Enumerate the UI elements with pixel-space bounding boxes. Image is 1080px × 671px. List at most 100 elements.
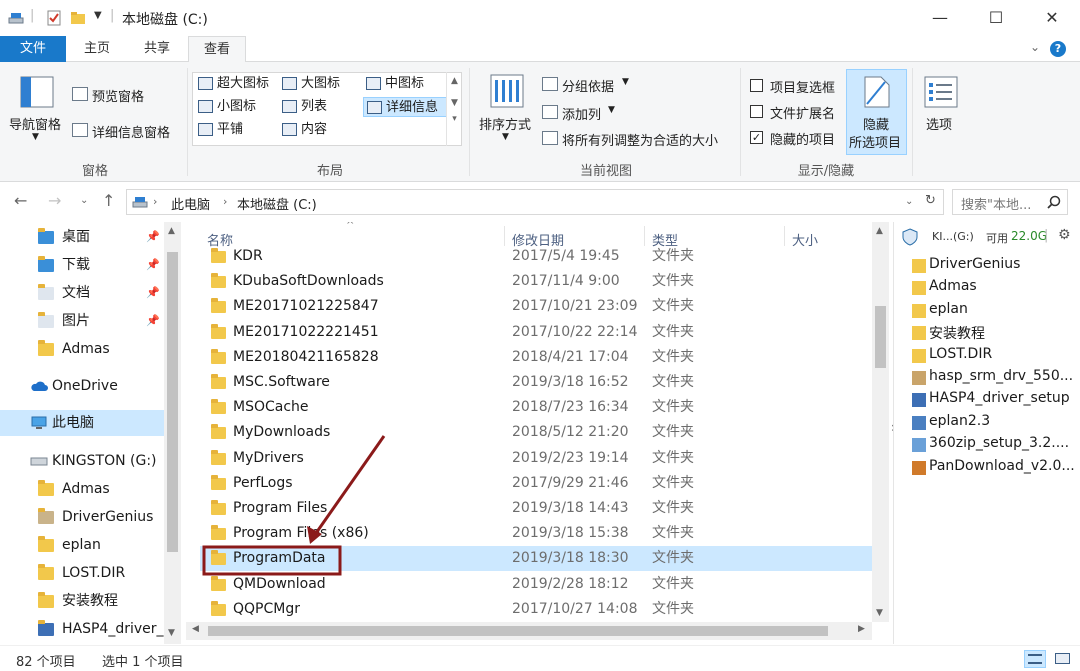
- back-arrow-icon[interactable]: ←: [14, 191, 27, 210]
- help-icon[interactable]: ?: [1050, 41, 1066, 57]
- tab-home[interactable]: 主页: [68, 36, 126, 62]
- annotation-overlay: [202, 435, 386, 576]
- qa-separator: |: [110, 8, 115, 23]
- layout-tiles[interactable]: 平铺: [195, 120, 243, 140]
- address-bar[interactable]: › 此电脑 › 本地磁盘 (C:) ⌄ ↻: [126, 189, 944, 215]
- chevron-down-icon[interactable]: ▼: [447, 98, 462, 108]
- scrollbar-thumb[interactable]: [167, 252, 178, 552]
- details-pane-button[interactable]: 详细信息窗格: [72, 120, 184, 142]
- refresh-icon[interactable]: ↻: [925, 193, 936, 208]
- layout-small-icons[interactable]: 小图标: [195, 97, 256, 117]
- recent-locations-icon[interactable]: ⌄: [80, 195, 88, 206]
- hide-selected-button[interactable]: 隐藏 所选项目: [846, 69, 907, 155]
- nav-item-this-pc[interactable]: 此电脑: [0, 410, 166, 436]
- nav-pane-button[interactable]: 导航窗格 ▼: [6, 70, 68, 150]
- large-icons-view-toggle[interactable]: [1052, 650, 1074, 668]
- item-checkboxes-toggle[interactable]: 项目复选框: [748, 76, 844, 96]
- chevron-up-icon[interactable]: ▲: [876, 226, 883, 236]
- layout-extra-large-icons[interactable]: 超大图标: [195, 74, 269, 94]
- scrollbar-thumb[interactable]: [208, 626, 828, 636]
- large-icons-view-icon: [1055, 653, 1070, 664]
- installer-icon: [38, 620, 54, 636]
- search-box[interactable]: 搜索"本地...: [952, 189, 1068, 215]
- nav-item-pictures[interactable]: 图片 📌: [0, 308, 166, 334]
- add-column-button[interactable]: 添加列 ▼: [542, 102, 628, 124]
- nav-item-drive-eplan[interactable]: eplan: [0, 532, 166, 558]
- file-extensions-checkbox[interactable]: [750, 105, 763, 118]
- chevron-left-icon[interactable]: ◀: [192, 624, 199, 634]
- layout-list[interactable]: 列表: [279, 97, 327, 117]
- up-arrow-icon[interactable]: ↑: [102, 191, 115, 210]
- scrollbar-thumb[interactable]: [875, 306, 886, 368]
- pin-icon[interactable]: 📌: [146, 224, 160, 250]
- tab-view[interactable]: 查看: [188, 36, 246, 63]
- folder-icon: [38, 536, 54, 552]
- properties-icon[interactable]: [46, 10, 62, 26]
- pin-icon[interactable]: 📌: [146, 308, 160, 334]
- nav-item-downloads[interactable]: 下载 📌: [0, 252, 166, 278]
- expand-gallery-icon[interactable]: ▾: [447, 114, 462, 124]
- layout-medium-icons[interactable]: 中图标: [363, 74, 424, 94]
- file-list-vertical-scrollbar[interactable]: ▲ ▼: [872, 222, 889, 622]
- gear-icon[interactable]: ⚙: [1058, 227, 1071, 243]
- file-list-horizontal-scrollbar[interactable]: ◀ ▶: [186, 622, 872, 640]
- sort-by-button[interactable]: 排序方式 ▼: [476, 70, 538, 154]
- nav-item-drive-tutorial[interactable]: 安装教程: [0, 588, 166, 614]
- nav-item-documents[interactable]: 文档 📌: [0, 280, 166, 306]
- chevron-down-icon[interactable]: ▼: [168, 628, 175, 638]
- group-by-label: 分组依据: [562, 80, 615, 95]
- group-by-button[interactable]: 分组依据 ▼: [542, 74, 638, 96]
- breadcrumb-separator-icon[interactable]: ›: [223, 195, 227, 208]
- chevron-up-icon[interactable]: ▲: [447, 76, 462, 86]
- layout-gallery-scroll[interactable]: ▲ ▼ ▾: [446, 72, 462, 146]
- app-icon: [912, 460, 926, 475]
- list-view-icon: [282, 100, 297, 113]
- new-folder-icon[interactable]: [70, 10, 86, 26]
- free-space-value: 22.0G: [1011, 229, 1048, 243]
- breadcrumb-local-disk[interactable]: 本地磁盘 (C:): [237, 194, 317, 213]
- layout-content[interactable]: 内容: [279, 120, 327, 140]
- details-view-icon: [367, 101, 382, 114]
- breadcrumb-separator-icon[interactable]: ›: [153, 195, 157, 208]
- layout-large-icons[interactable]: 大图标: [279, 74, 340, 94]
- drive-icon[interactable]: [8, 10, 24, 26]
- nav-item-onedrive[interactable]: OneDrive: [0, 373, 166, 399]
- chevron-right-icon[interactable]: ▶: [858, 624, 865, 634]
- tab-file[interactable]: 文件: [0, 36, 66, 62]
- fit-columns-button[interactable]: 将所有列调整为合适的大小: [542, 128, 738, 150]
- close-button[interactable]: ✕: [1026, 0, 1078, 34]
- pin-icon[interactable]: 📌: [146, 280, 160, 306]
- nav-item-drive-hasp4[interactable]: HASP4_driver_s: [0, 616, 171, 642]
- tab-share[interactable]: 共享: [128, 36, 186, 62]
- navigation-pane-scrollbar[interactable]: ▲ ▼: [164, 222, 181, 644]
- list-item-label: DriverGenius: [929, 256, 1021, 272]
- options-button[interactable]: 选项: [918, 70, 964, 150]
- minimize-button[interactable]: —: [914, 0, 966, 34]
- item-checkboxes-checkbox[interactable]: [750, 79, 763, 92]
- file-extensions-toggle[interactable]: 文件扩展名: [748, 102, 844, 122]
- search-icon[interactable]: [1047, 195, 1061, 209]
- breadcrumb-this-pc[interactable]: 此电脑: [171, 194, 210, 213]
- nav-item-drive-admas[interactable]: Admas: [0, 476, 166, 502]
- address-dropdown-icon[interactable]: ⌄: [905, 196, 913, 207]
- sort-by-label: 排序方式: [479, 118, 532, 133]
- nav-item-drive-lostdir[interactable]: LOST.DIR: [0, 560, 166, 586]
- nav-item-drive-drivergenius[interactable]: DriverGenius: [0, 504, 166, 530]
- forward-arrow-icon[interactable]: →: [48, 191, 61, 210]
- layout-details[interactable]: 详细信息: [363, 97, 447, 117]
- hidden-items-checkbox[interactable]: ✓: [750, 131, 763, 144]
- ribbon-collapse-icon[interactable]: ⌄: [1030, 40, 1040, 54]
- qa-customize-icon[interactable]: ▼: [94, 10, 102, 21]
- nav-item-kingston-drive[interactable]: KINGSTON (G:): [0, 448, 166, 474]
- chevron-down-icon[interactable]: ▼: [876, 608, 883, 618]
- maximize-button[interactable]: ☐: [970, 0, 1022, 34]
- details-view-toggle[interactable]: [1024, 650, 1046, 668]
- nav-item-admas[interactable]: Admas: [0, 336, 166, 362]
- pin-icon[interactable]: 📌: [146, 252, 160, 278]
- chevron-up-icon[interactable]: ▲: [168, 226, 175, 236]
- nav-item-desktop[interactable]: 桌面 📌: [0, 224, 166, 250]
- layout-gallery: 超大图标 大图标 中图标 小图标 列表 详细信息 平铺 内容: [192, 72, 462, 146]
- preview-pane-button[interactable]: 预览窗格: [72, 84, 182, 106]
- hidden-items-toggle[interactable]: ✓ 隐藏的项目: [748, 128, 844, 148]
- hidden-items-label: 隐藏的项目: [770, 133, 836, 148]
